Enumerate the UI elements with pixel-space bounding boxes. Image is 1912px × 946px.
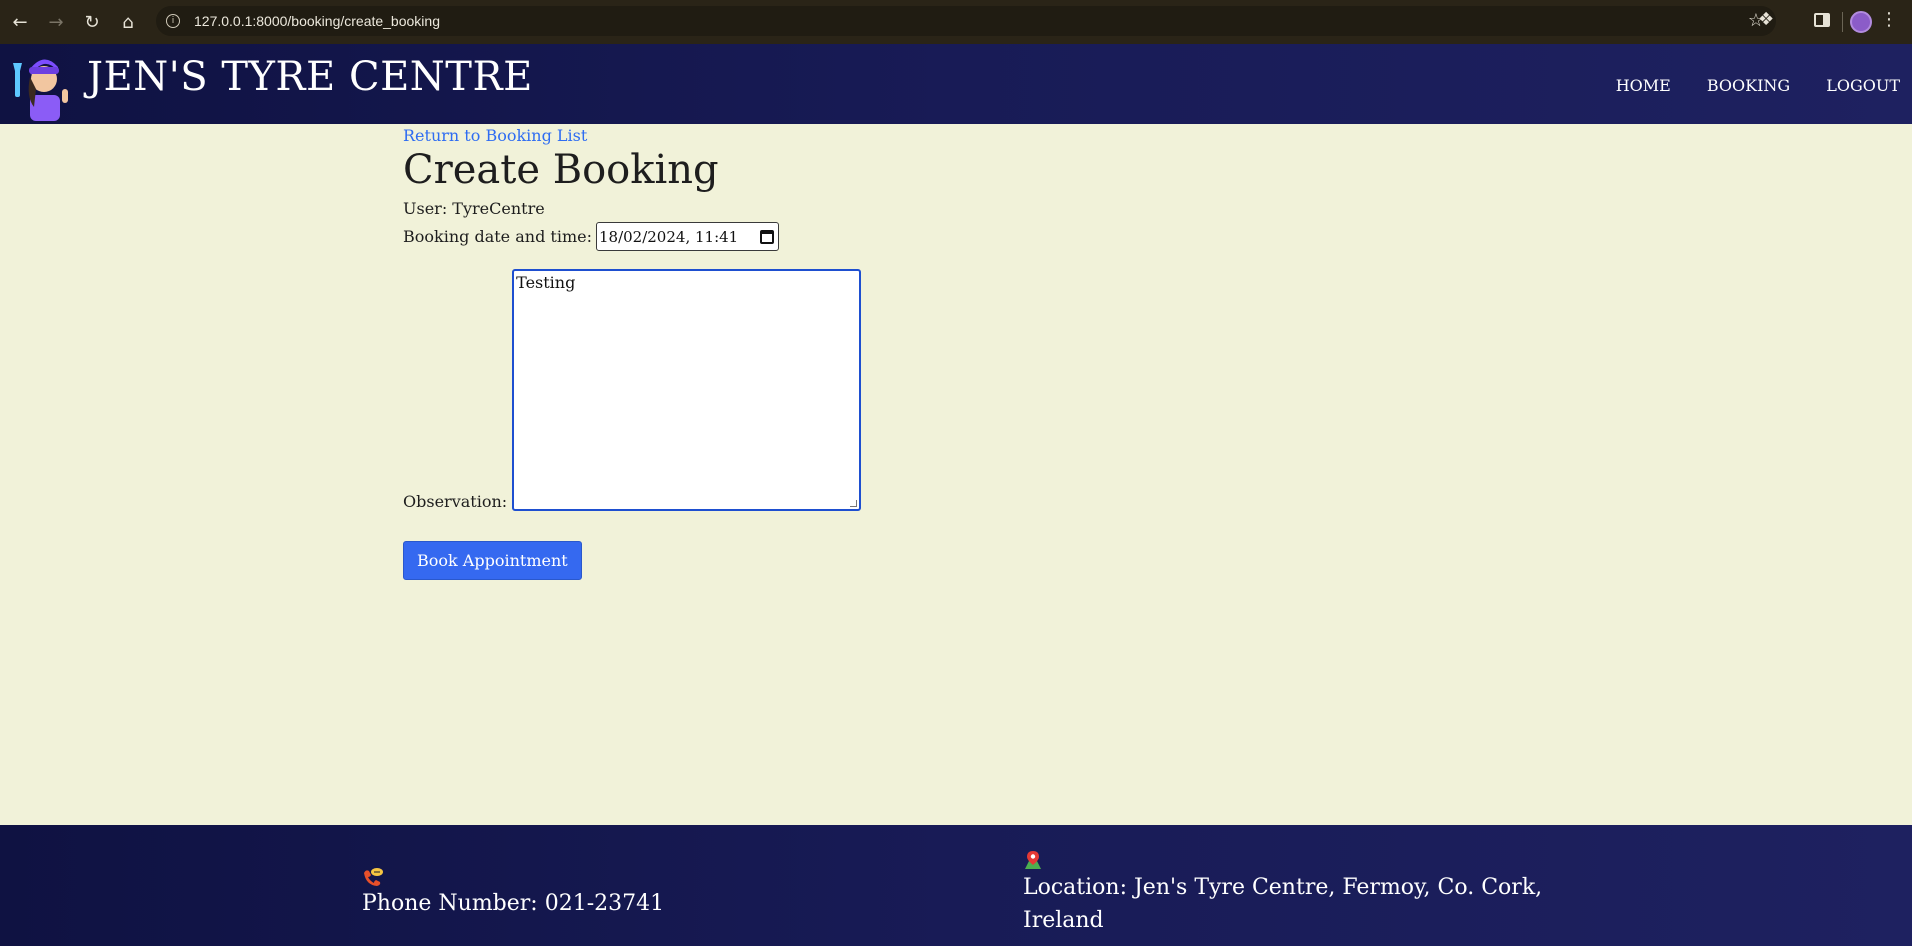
booking-datetime-label: Booking date and time: bbox=[403, 227, 592, 246]
footer-phone-number: Phone Number: 021-23741 bbox=[362, 891, 665, 916]
profile-avatar-icon[interactable] bbox=[1850, 11, 1872, 33]
book-appointment-button[interactable]: Book Appointment bbox=[403, 541, 582, 580]
forward-arrow-icon[interactable]: → bbox=[38, 4, 74, 40]
create-booking-section: Return to Booking List Create Booking Us… bbox=[403, 126, 862, 580]
reload-icon[interactable]: ↻ bbox=[74, 4, 110, 40]
home-icon[interactable]: ⌂ bbox=[110, 4, 146, 40]
site-info-icon[interactable]: i bbox=[166, 14, 180, 28]
url-text[interactable]: 127.0.0.1:8000/booking/create_booking bbox=[194, 13, 440, 29]
side-panel-icon[interactable] bbox=[1814, 13, 1830, 27]
return-to-booking-list-link[interactable]: Return to Booking List bbox=[403, 126, 861, 145]
nav-home-link[interactable]: HOME bbox=[1616, 76, 1671, 95]
footer-location: Location: Jen's Tyre Centre, Fermoy, Co.… bbox=[1023, 875, 1543, 933]
observation-row: Observation: Testing bbox=[403, 269, 862, 511]
nav-booking-link[interactable]: BOOKING bbox=[1707, 76, 1790, 95]
calendar-icon[interactable] bbox=[759, 229, 774, 244]
browser-menu-icon[interactable]: ⋮ bbox=[1880, 9, 1898, 30]
phone-icon bbox=[364, 868, 383, 886]
extensions-puzzle-icon[interactable]: ❖ bbox=[1758, 9, 1774, 30]
main-nav: HOME BOOKING LOGOUT bbox=[1616, 76, 1900, 95]
toolbar-divider bbox=[1842, 12, 1843, 32]
back-arrow-icon[interactable]: ← bbox=[2, 4, 38, 40]
booking-datetime-input[interactable]: 18/02/2024, 11:41 bbox=[595, 222, 779, 251]
booking-datetime-value[interactable]: 18/02/2024, 11:41 bbox=[599, 228, 738, 246]
observation-textarea[interactable]: Testing bbox=[512, 269, 862, 511]
address-bar[interactable]: i 127.0.0.1:8000/booking/create_booking … bbox=[156, 6, 1776, 36]
site-header: JEN'S TYRE CENTRE HOME BOOKING LOGOUT bbox=[0, 44, 1912, 124]
user-label: User: TyreCentre bbox=[403, 199, 545, 218]
site-footer: Phone Number: 021-23741 Location: Jen's … bbox=[0, 825, 1912, 946]
page-title: Create Booking bbox=[403, 147, 719, 193]
nav-logout-link[interactable]: LOGOUT bbox=[1826, 76, 1900, 95]
observation-label: Observation: bbox=[403, 492, 508, 511]
mechanic-logo-icon[interactable] bbox=[12, 49, 74, 121]
browser-toolbar: ← → ↻ ⌂ i 127.0.0.1:8000/booking/create_… bbox=[0, 0, 1912, 44]
booking-datetime-row: Booking date and time: 18/02/2024, 11:41 bbox=[403, 222, 861, 251]
brand-title[interactable]: JEN'S TYRE CENTRE bbox=[87, 54, 533, 100]
location-pin-icon bbox=[1025, 851, 1041, 869]
